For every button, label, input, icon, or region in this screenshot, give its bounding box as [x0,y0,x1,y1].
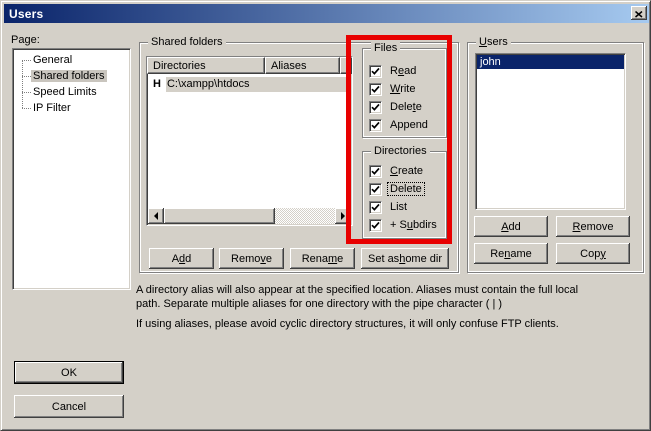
checkbox-label: Create [388,165,425,177]
column-header-directories[interactable]: Directories [147,57,265,74]
checkbox-list[interactable]: List [369,200,409,214]
user-copy-button[interactable]: Copy [556,243,630,264]
column-header-filler [340,57,352,74]
checkbox-read[interactable]: Read [369,64,418,78]
checkbox-subdirs[interactable]: + Subdirs [369,218,439,232]
page-item-label: General [31,54,74,66]
page-item-general[interactable]: General [13,52,130,68]
checkbox-label: Delete [388,183,424,195]
user-add-button[interactable]: Add [474,216,548,237]
shared-folders-group-label: Shared folders [148,36,226,49]
directory-row[interactable]: H C:\xampp\htdocs [147,76,352,92]
user-rename-button[interactable]: Rename [474,243,548,264]
checkbox-create[interactable]: Create [369,164,425,178]
users-dialog: Users Page: General Shared folders Speed L… [0,0,651,431]
home-directory-flag: H [147,77,166,92]
checkbox-label: Append [388,119,430,131]
checkbox-box[interactable] [369,119,382,132]
page-item-shared-folders[interactable]: Shared folders [13,68,130,84]
checkbox-box[interactable] [369,219,382,232]
user-list[interactable]: john [475,53,626,210]
files-group-label: Files [371,42,400,55]
page-label: Page: [11,34,40,46]
alias-notes: A directory alias will also appear at th… [136,283,648,331]
close-icon [635,6,643,21]
page-item-label: Shared folders [31,70,107,82]
scrollbar-track[interactable] [275,208,335,224]
page-item-speed-limits[interactable]: Speed Limits [13,84,130,100]
page-item-label: Speed Limits [31,86,99,98]
note-line-2: path. Separate multiple aliases for one … [136,297,648,311]
directory-path: C:\xampp\htdocs [166,77,352,92]
horizontal-scrollbar[interactable] [148,208,351,224]
checkbox-label: Delete [388,101,424,113]
scroll-left-button[interactable] [148,208,164,224]
checkbox-box[interactable] [369,101,382,114]
checkbox-write[interactable]: Write [369,82,417,96]
shared-rename-button[interactable]: Rename [290,248,355,269]
user-item-john[interactable]: john [477,55,624,69]
directories-listview[interactable]: Directories Aliases H C:\xampp\htdocs [146,56,353,226]
column-header-aliases[interactable]: Aliases [265,57,340,74]
set-as-home-dir-button[interactable]: Set as home dir [361,248,449,269]
shared-remove-button[interactable]: Remove [219,248,284,269]
window-title: Users [9,7,43,21]
checkbox-box[interactable] [369,183,382,196]
checkbox-delete[interactable]: Delete [369,100,424,114]
user-remove-button[interactable]: Remove [556,216,630,237]
ok-button[interactable]: OK [14,361,124,384]
listview-header: Directories Aliases [147,57,352,74]
shared-add-button[interactable]: Add [149,248,214,269]
scrollbar-thumb[interactable] [164,208,275,224]
users-group-label: Users [476,36,511,49]
checkbox-box[interactable] [369,201,382,214]
checkbox-box[interactable] [369,83,382,96]
scroll-right-button[interactable] [335,208,351,224]
checkbox-box[interactable] [369,165,382,178]
note-line-1: A directory alias will also appear at th… [136,283,648,297]
directories-group-label: Directories [371,145,430,158]
checkbox-append[interactable]: Append [369,118,430,132]
title-bar[interactable]: Users [4,4,649,23]
checkbox-label: List [388,201,409,213]
close-button[interactable] [631,6,647,20]
checkbox-label: Read [388,65,418,77]
checkbox-label: + Subdirs [388,219,439,231]
cancel-button[interactable]: Cancel [14,395,124,418]
page-item-label: IP Filter [31,102,73,114]
checkbox-delete[interactable]: Delete [369,182,424,196]
page-item-ip-filter[interactable]: IP Filter [13,100,130,116]
checkbox-box[interactable] [369,65,382,78]
note-line-3: If using aliases, please avoid cyclic di… [136,317,648,331]
arrow-right-icon [341,212,345,220]
page-list[interactable]: General Shared folders Speed Limits IP Filt… [12,48,131,290]
arrow-left-icon [154,212,158,220]
checkbox-label: Write [388,83,417,95]
